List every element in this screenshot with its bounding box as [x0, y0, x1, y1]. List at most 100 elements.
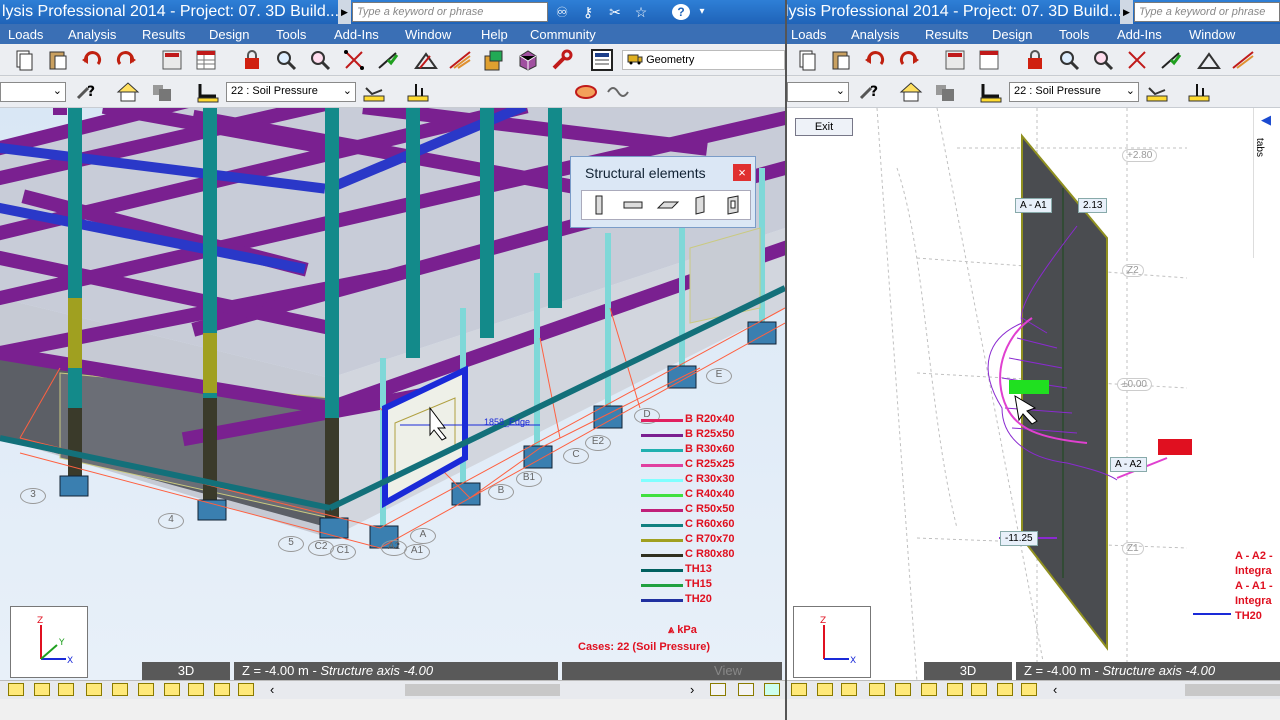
footing-icon[interactable] — [1187, 80, 1211, 104]
undo-icon[interactable] — [863, 48, 887, 72]
column-tool-icon[interactable] — [588, 194, 610, 216]
query-icon[interactable]: ? — [857, 80, 881, 104]
opening-tool-icon[interactable] — [722, 194, 744, 216]
structure-icon[interactable] — [414, 48, 438, 72]
gray-blocks-icon[interactable] — [150, 80, 174, 104]
layout-combo[interactable]: Geometry — [622, 50, 785, 70]
menu-loads-right[interactable]: Loads — [791, 27, 826, 42]
wave-icon[interactable] — [606, 80, 630, 104]
scroll-left-icon[interactable]: ‹ — [1053, 682, 1057, 697]
snap-node-icon[interactable] — [8, 683, 24, 696]
menu-results-right[interactable]: Results — [925, 27, 968, 42]
right-section-view[interactable]: Exit ◀ tabs A - A1 2.13 A - A2 -11.25 +2… — [787, 108, 1280, 682]
footing-icon[interactable] — [406, 80, 430, 104]
snap-support-icon[interactable] — [895, 683, 911, 696]
foundation-icon[interactable] — [362, 80, 386, 104]
redo-icon[interactable] — [114, 48, 138, 72]
beam-tool-icon[interactable] — [622, 194, 644, 216]
query-icon[interactable]: ? — [74, 80, 98, 104]
binoculars-icon[interactable]: ♾ — [554, 4, 570, 20]
building-icon[interactable] — [482, 48, 506, 72]
horizontal-scrollbar-right[interactable] — [1185, 684, 1280, 696]
lock-icon[interactable] — [1023, 48, 1047, 72]
loads-icon[interactable] — [1231, 48, 1255, 72]
menu-loads[interactable]: Loads — [8, 27, 43, 42]
structure-icon[interactable] — [1197, 48, 1221, 72]
new-file-icon[interactable] — [795, 48, 819, 72]
new-file-icon[interactable] — [12, 48, 36, 72]
fit-view-icon[interactable] — [738, 683, 754, 696]
menu-analysis[interactable]: Analysis — [68, 27, 116, 42]
calculator-icon[interactable] — [943, 48, 967, 72]
bar-check-icon[interactable] — [376, 48, 400, 72]
search-input-right[interactable]: Type a keyword or phrase — [1134, 2, 1280, 22]
title-scroll-button-right[interactable]: ▶ — [1120, 0, 1133, 24]
exit-button[interactable]: Exit — [795, 118, 853, 136]
load-case-combo-right[interactable]: 22 : Soil Pressure ⌄ — [1009, 82, 1139, 102]
snap-line-icon[interactable] — [188, 683, 204, 696]
snap-number-icon[interactable] — [997, 683, 1013, 696]
house-icon[interactable] — [116, 80, 140, 104]
snap-house-icon[interactable] — [86, 683, 102, 696]
snap-mid-icon[interactable] — [841, 683, 857, 696]
support-icon[interactable] — [979, 80, 1003, 104]
model-icon[interactable] — [516, 48, 540, 72]
snap-table-icon[interactable] — [238, 683, 254, 696]
wall-tool-icon[interactable] — [690, 194, 712, 216]
menu-window-right[interactable]: Window — [1189, 27, 1235, 42]
table-icon[interactable] — [194, 48, 218, 72]
menu-community[interactable]: Community — [530, 27, 596, 42]
wrench-icon[interactable] — [550, 48, 574, 72]
paste-icon[interactable] — [46, 48, 70, 72]
zoom-icon[interactable] — [274, 48, 298, 72]
view-mode-3d[interactable]: 3D — [142, 662, 230, 680]
wall-section-drawing[interactable] — [787, 108, 1280, 682]
work-plane-status-right[interactable]: Z = -4.00 m - Structure axis -4.00 — [1016, 662, 1280, 680]
menu-window[interactable]: Window — [405, 27, 451, 42]
menu-add-ins-right[interactable]: Add-Ins — [1117, 27, 1162, 42]
zoom-icon[interactable] — [1057, 48, 1081, 72]
help-dropdown-icon[interactable]: ▾ — [694, 4, 710, 20]
menu-tools-right[interactable]: Tools — [1059, 27, 1089, 42]
nodes-icon[interactable] — [1125, 48, 1149, 72]
snap-house-icon[interactable] — [869, 683, 885, 696]
calculator-icon[interactable] — [160, 48, 184, 72]
snap-member-icon[interactable] — [138, 683, 154, 696]
snap-number-icon[interactable] — [214, 683, 230, 696]
tools-icon[interactable]: ✂ — [607, 4, 623, 20]
selection-combo[interactable]: ⌄ — [0, 82, 66, 102]
gray-blocks-icon[interactable] — [933, 80, 957, 104]
support-icon[interactable] — [196, 80, 220, 104]
redo-icon[interactable] — [897, 48, 921, 72]
horizontal-scrollbar[interactable] — [405, 684, 560, 696]
view-blank-1-icon[interactable] — [460, 80, 484, 104]
foundation-icon[interactable] — [1145, 80, 1169, 104]
layout-icon[interactable] — [590, 48, 614, 72]
title-scroll-button[interactable]: ▶ — [338, 0, 351, 24]
snap-grid-icon[interactable] — [817, 683, 833, 696]
left-3d-view[interactable]: 1858_Edge 3 4 5 E E2 D C B A A1 C2 B1 A2… — [0, 108, 785, 682]
snap-member-icon[interactable] — [921, 683, 937, 696]
snap-mid-icon[interactable] — [58, 683, 74, 696]
undo-icon[interactable] — [80, 48, 104, 72]
eye-icon[interactable] — [764, 683, 780, 696]
menu-analysis-right[interactable]: Analysis — [851, 27, 899, 42]
snap-support-icon[interactable] — [112, 683, 128, 696]
menu-design[interactable]: Design — [209, 27, 249, 42]
snap-grid-icon[interactable] — [34, 683, 50, 696]
loads-icon[interactable] — [448, 48, 472, 72]
lock-icon[interactable] — [240, 48, 264, 72]
zoom-window-icon[interactable] — [308, 48, 332, 72]
snap-line-icon[interactable] — [971, 683, 987, 696]
menu-tools[interactable]: Tools — [276, 27, 306, 42]
side-tabs[interactable]: ◀ tabs — [1253, 108, 1280, 258]
close-view-icon[interactable] — [710, 683, 726, 696]
star-icon[interactable]: ☆ — [633, 4, 649, 20]
snap-table-icon[interactable] — [1021, 683, 1037, 696]
bar-check-icon[interactable] — [1159, 48, 1183, 72]
load-case-combo[interactable]: 22 : Soil Pressure ⌄ — [226, 82, 356, 102]
slab-tool-icon[interactable] — [656, 194, 680, 216]
scroll-left-icon[interactable]: ‹ — [270, 682, 274, 697]
snap-node-icon[interactable] — [791, 683, 807, 696]
work-plane-status[interactable]: Z = -4.00 m - Structure axis -4.00 — [234, 662, 558, 680]
